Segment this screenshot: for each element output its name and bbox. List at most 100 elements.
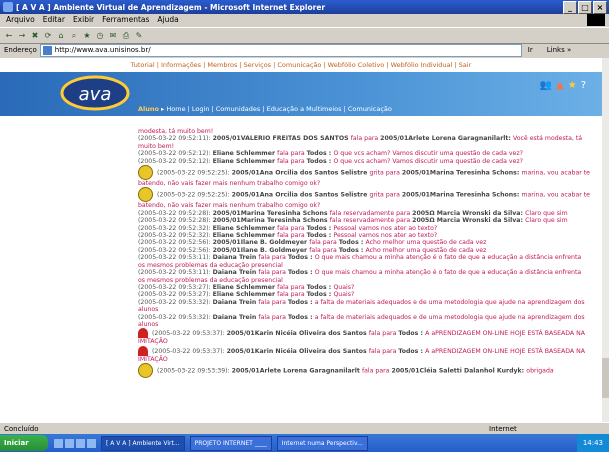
menu-exibir[interactable]: Exibir [73, 14, 94, 26]
task-internet[interactable]: Internet numa Perspectiv... [276, 435, 368, 451]
breadcrumb: Aluno ▸ Home | Login | Comunidades | Edu… [138, 105, 392, 113]
chat-speaker: 2005/01Karin Nicéia Oliveira dos Santos [226, 330, 369, 338]
chat-timestamp: (2005-03-22 09:52:28): [138, 209, 213, 217]
edit-icon[interactable]: ✎ [134, 31, 144, 41]
task-projeto[interactable]: PROJETO INTERNET ____ [189, 435, 272, 451]
people-icon[interactable]: 👥 [540, 80, 552, 91]
chat-recipient: 2005/01Arlete Lorena Garagnanilarlt: [380, 135, 513, 143]
chat-verb: fala para [258, 313, 288, 321]
chat-timestamp: (2005-03-22 09:52:11): [138, 135, 213, 143]
chat-text: modesta, tá muito bem! [138, 128, 214, 135]
chat-speaker: 2005/01Ilane B. Goldmeyer [212, 246, 310, 254]
chat-message: (2005-03-22 09:53:11): Daiana Trein fala… [138, 254, 590, 269]
refresh-icon[interactable]: ⟳ [43, 31, 53, 41]
quick-launch-icon[interactable] [87, 438, 96, 448]
chat-verb: fala para [368, 330, 399, 338]
chat-verb: fala para [309, 246, 339, 254]
chat-speaker: 2005/01Ana Orcilia dos Santos Selistre [231, 169, 370, 177]
menu-bar: Arquivo Editar Exibir Ferramentas Ajuda [0, 14, 609, 26]
history-icon[interactable]: ◷ [95, 31, 105, 41]
mail-icon[interactable]: ✉ [108, 31, 118, 41]
chat-verb: fala reservadamente para [329, 209, 413, 217]
site-banner: ava Aluno ▸ Home | Login | Comunidades |… [0, 72, 602, 116]
help-icon[interactable]: ? [581, 80, 586, 91]
quick-launch-icon[interactable] [54, 438, 63, 448]
chat-message: (2005-03-22 09:53:27): Eliane Schlemmer … [138, 291, 590, 298]
page-icon [42, 45, 52, 55]
windows-logo-icon [587, 14, 605, 26]
chat-timestamp: (2005-03-22 09:52:12): [138, 150, 213, 158]
scroll-thumb[interactable] [602, 358, 609, 398]
search-icon[interactable]: ⌕ [69, 31, 79, 41]
ie-icon [3, 2, 13, 12]
chat-speaker: Eliane Schlemmer [212, 291, 278, 299]
maximize-button[interactable]: □ [578, 1, 592, 14]
home-icon[interactable]: ⌂ [56, 31, 66, 41]
chat-message: (2005-03-22 09:53:39): 2005/01Arlete Lor… [138, 363, 590, 379]
heart-icon [138, 345, 148, 356]
chat-recipient: Todos : [306, 232, 334, 240]
chat-speaker: 2005/01Ana Orcilia dos Santos Selistre [231, 191, 370, 199]
scrollbar[interactable] [602, 58, 609, 422]
chat-text: O que vcs acham? Vamos discutir uma ques… [333, 150, 523, 158]
chat-recipient: 2005Ω Marcia Wronski da Silva: [412, 209, 526, 217]
breadcrumb-user: Aluno [138, 105, 159, 113]
menu-arquivo[interactable]: Arquivo [6, 14, 35, 26]
warning-icon[interactable]: ▲ [556, 80, 564, 91]
print-icon[interactable]: ⎙ [121, 31, 131, 41]
chat-verb: fala para [277, 157, 307, 165]
chat-timestamp: (2005-03-22 09:52:32): [138, 232, 213, 240]
chat-text: O que vcs acham? Vamos discutir uma ques… [333, 157, 523, 165]
heart-icon [138, 328, 148, 339]
chat-speaker: Eliane Schlemmer [212, 232, 278, 240]
task-ava[interactable]: [ A V A ] Ambiente Virt... [101, 435, 185, 451]
smiley-icon [138, 165, 153, 181]
address-url: http://www.ava.unisinos.br/ [54, 46, 151, 54]
star-icon[interactable]: ★ [568, 80, 577, 91]
chat-speaker: Eliane Schlemmer [212, 150, 278, 158]
back-icon[interactable]: ← [4, 31, 14, 41]
window-title: [ A V A ] Ambiente Virtual de Aprendizag… [16, 2, 326, 12]
menu-editar[interactable]: Editar [43, 14, 65, 26]
menu-ferramentas[interactable]: Ferramentas [102, 14, 149, 26]
smiley-icon [138, 363, 153, 379]
address-bar: Endereço http://www.ava.unisinos.br/ Ir … [0, 43, 609, 57]
chat-recipient: Todos : [338, 246, 366, 254]
links-button[interactable]: Links » [547, 46, 572, 54]
chat-recipient: Todos : [338, 239, 366, 247]
start-button[interactable]: Iniciar [0, 435, 48, 451]
go-button[interactable]: Ir [528, 46, 533, 54]
chat-recipient: Todos : [306, 283, 334, 291]
chat-verb: fala para [258, 298, 288, 306]
chat-message: (2005-03-22 09:53:11): Daiana Trein fala… [138, 269, 590, 284]
page-content: Tutorial | Informações | Membros | Servi… [0, 58, 602, 422]
chat-message: (2005-03-22 09:53:27): Eliane Schlemmer … [138, 284, 590, 291]
chat-timestamp: (2005-03-22 09:52:12): [138, 157, 213, 165]
chat-speaker: Eliane Schlemmer [212, 157, 278, 165]
banner-icons: 👥 ▲ ★ ? [540, 80, 586, 91]
minimize-button[interactable]: _ [563, 1, 577, 14]
forward-icon[interactable]: → [17, 31, 27, 41]
chat-timestamp: (2005-03-22 09:53:11): [138, 254, 213, 262]
chat-message: (2005-03-22 09:52:12): Eliane Schlemmer … [138, 158, 590, 165]
breadcrumb-links[interactable]: Home | Login | Comunidades | Educação a … [166, 105, 391, 113]
quick-launch-icon[interactable] [76, 438, 85, 448]
close-button[interactable]: × [593, 1, 607, 14]
chat-timestamp: (2005-03-22 09:53:37): [152, 347, 227, 355]
menu-ajuda[interactable]: Ajuda [157, 14, 178, 26]
smiley-icon [138, 187, 153, 203]
chat-verb: fala para [258, 254, 288, 262]
chat-timestamp: (2005-03-22 09:52:25): [157, 169, 232, 177]
chat-recipient: Todos : [287, 298, 315, 306]
chat-message: (2005-03-22 09:52:28): 2005/01Marina Ter… [138, 217, 590, 224]
top-links[interactable]: Tutorial | Informações | Membros | Servi… [0, 58, 602, 72]
status-text: Concluído [4, 425, 39, 433]
address-input[interactable]: http://www.ava.unisinos.br/ [39, 43, 522, 57]
clock: 14:43 [582, 439, 603, 447]
favorites-icon[interactable]: ★ [82, 31, 92, 41]
quick-launch-icon[interactable] [65, 438, 74, 448]
chat-speaker: 2005/01Arlete Lorena Garagnanilarlt [231, 367, 362, 375]
chat-timestamp: (2005-03-22 09:53:39): [157, 367, 232, 375]
stop-icon[interactable]: ✖ [30, 31, 40, 41]
chat-timestamp: (2005-03-22 09:52:32): [138, 224, 213, 232]
